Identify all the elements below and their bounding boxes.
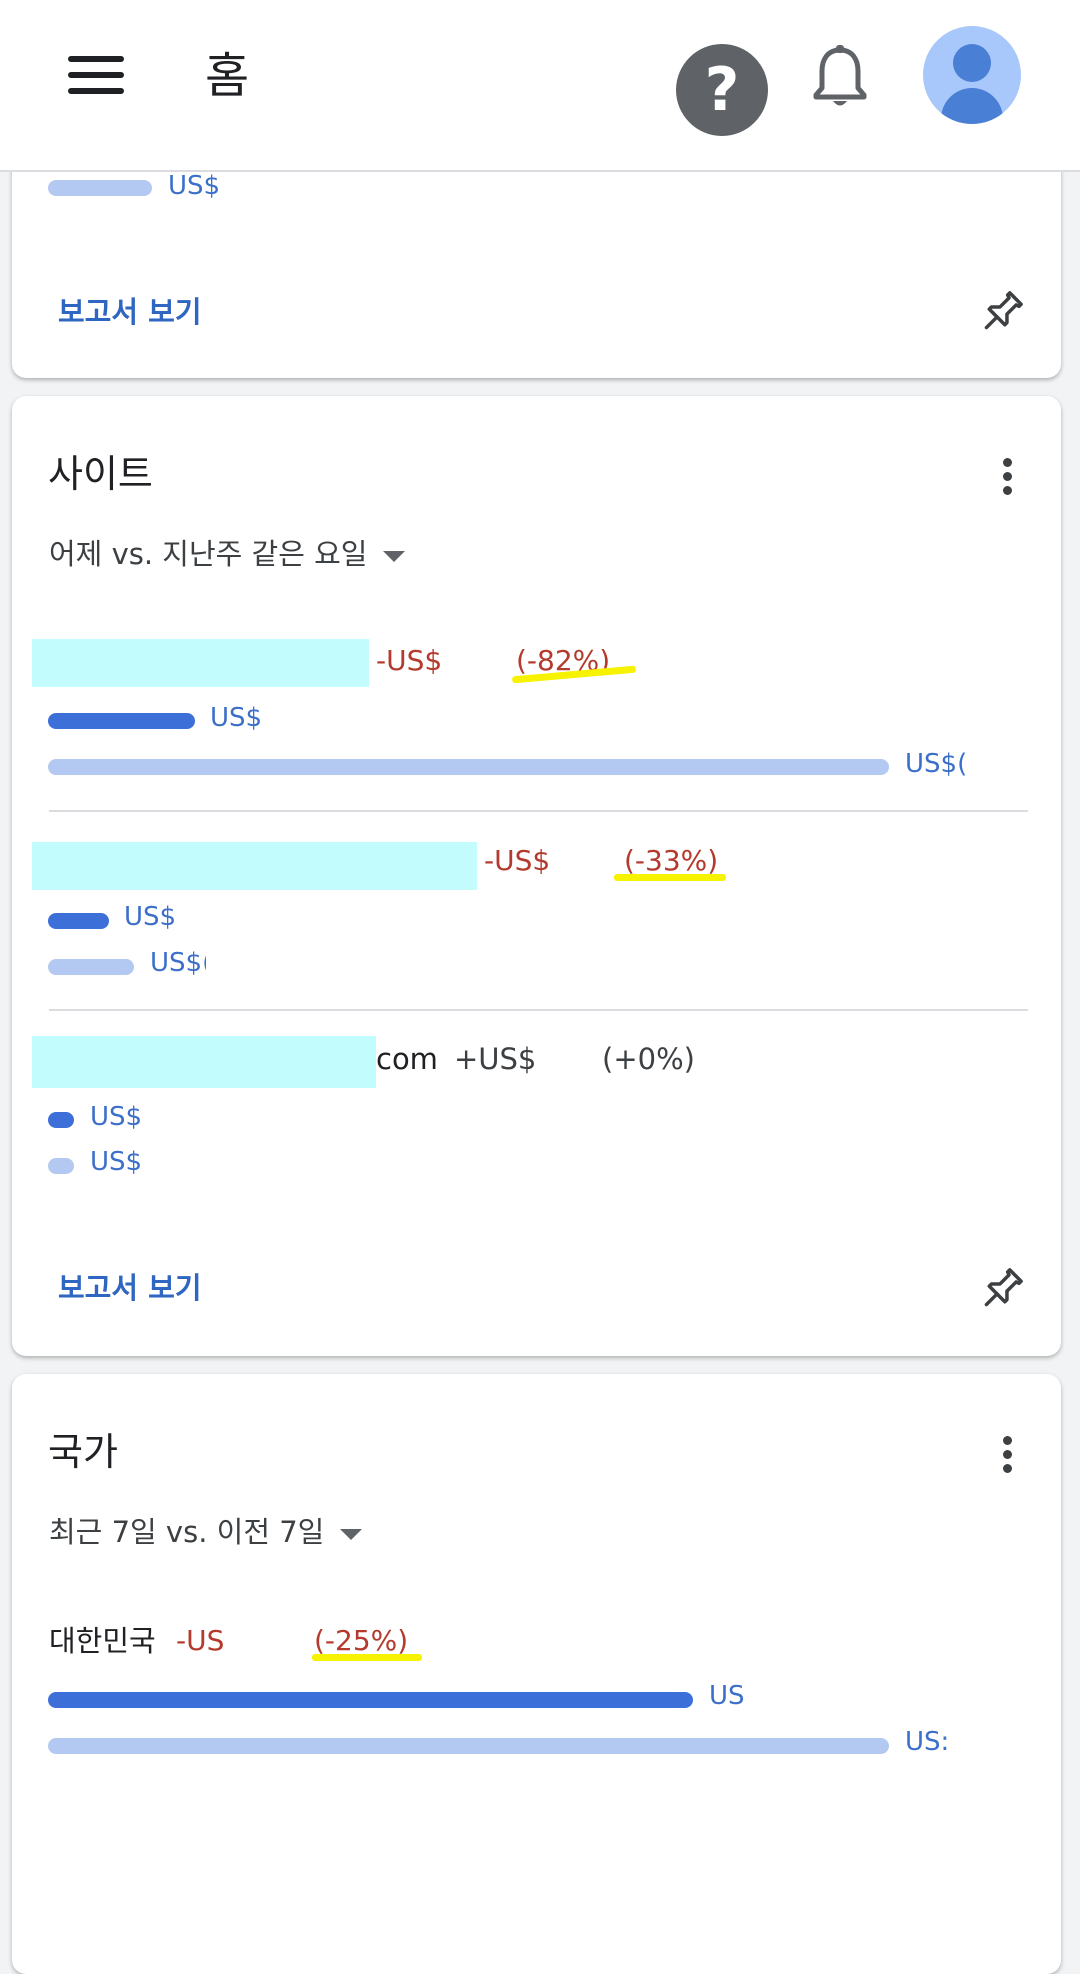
change-amount: -US$ xyxy=(484,844,551,877)
previous-bar xyxy=(48,759,889,775)
current-amount: US xyxy=(709,1681,745,1711)
highlight-mark xyxy=(614,874,726,881)
page-title: 홈 xyxy=(205,48,250,104)
countries-card: 국가 최근 7일 vs. 이전 7일 대한민국 -US (-25%) US US… xyxy=(12,1374,1061,1974)
dropdown-caret-icon xyxy=(383,550,406,562)
more-vert-icon[interactable] xyxy=(996,1430,1020,1478)
previous-amount: US$ xyxy=(168,171,221,201)
date-range-dropdown[interactable]: 어제 vs. 지난주 같은 요일 xyxy=(49,536,406,572)
current-bar xyxy=(48,1112,74,1128)
current-amount: US$ xyxy=(90,1102,143,1132)
previous-bar xyxy=(48,180,152,196)
change-amount: -US xyxy=(176,1624,225,1657)
date-range-label: 어제 vs. 지난주 같은 요일 xyxy=(49,537,368,571)
redacted-site-name xyxy=(32,842,477,890)
card-title: 국가 xyxy=(48,1430,118,1474)
current-bar xyxy=(48,913,109,929)
menu-icon[interactable] xyxy=(68,52,124,98)
previous-bar xyxy=(48,1158,74,1174)
pin-icon[interactable] xyxy=(977,287,1027,337)
current-amount: US$ xyxy=(210,703,263,733)
row-divider xyxy=(49,810,1028,812)
view-report-link[interactable]: 보고서 보기 xyxy=(58,1270,202,1306)
change-percent: (+0%) xyxy=(602,1042,695,1076)
previous-amount: US$( xyxy=(150,948,206,978)
previous-amount: US: xyxy=(905,1727,949,1757)
bell-icon[interactable] xyxy=(808,44,872,110)
view-report-link[interactable]: 보고서 보기 xyxy=(58,294,202,330)
card-title: 사이트 xyxy=(48,452,153,496)
current-bar xyxy=(48,713,195,729)
date-range-label: 최근 7일 vs. 이전 7일 xyxy=(49,1515,325,1549)
current-bar xyxy=(48,1692,693,1708)
help-icon[interactable]: ? xyxy=(676,44,768,136)
change-amount: -US$ xyxy=(376,644,443,677)
app-bar: 홈 ? xyxy=(0,0,1080,172)
redacted-site-name xyxy=(32,1036,376,1088)
previous-bar xyxy=(48,1738,889,1754)
change-amount: +US$ xyxy=(454,1042,537,1076)
date-range-dropdown[interactable]: 최근 7일 vs. 이전 7일 xyxy=(49,1514,363,1550)
sites-card: 사이트 어제 vs. 지난주 같은 요일 -US$ (-82%) US$ US$… xyxy=(12,396,1061,1356)
change-percent: (-25%) xyxy=(314,1624,409,1657)
redacted-site-name xyxy=(32,639,369,687)
more-vert-icon[interactable] xyxy=(996,452,1020,500)
highlight-mark xyxy=(312,1654,422,1661)
change-percent: (-33%) xyxy=(624,844,719,877)
previous-bar xyxy=(48,959,134,975)
account-avatar-icon[interactable] xyxy=(923,26,1021,124)
pin-icon[interactable] xyxy=(977,1264,1027,1314)
previous-amount: US$ xyxy=(90,1147,143,1177)
dropdown-caret-icon xyxy=(340,1528,363,1540)
row-divider xyxy=(49,1009,1028,1011)
site-name: com xyxy=(376,1042,438,1076)
current-amount: US$ xyxy=(124,902,177,932)
country-name: 대한민국 xyxy=(49,1624,156,1658)
previous-amount: US$( xyxy=(905,749,968,779)
